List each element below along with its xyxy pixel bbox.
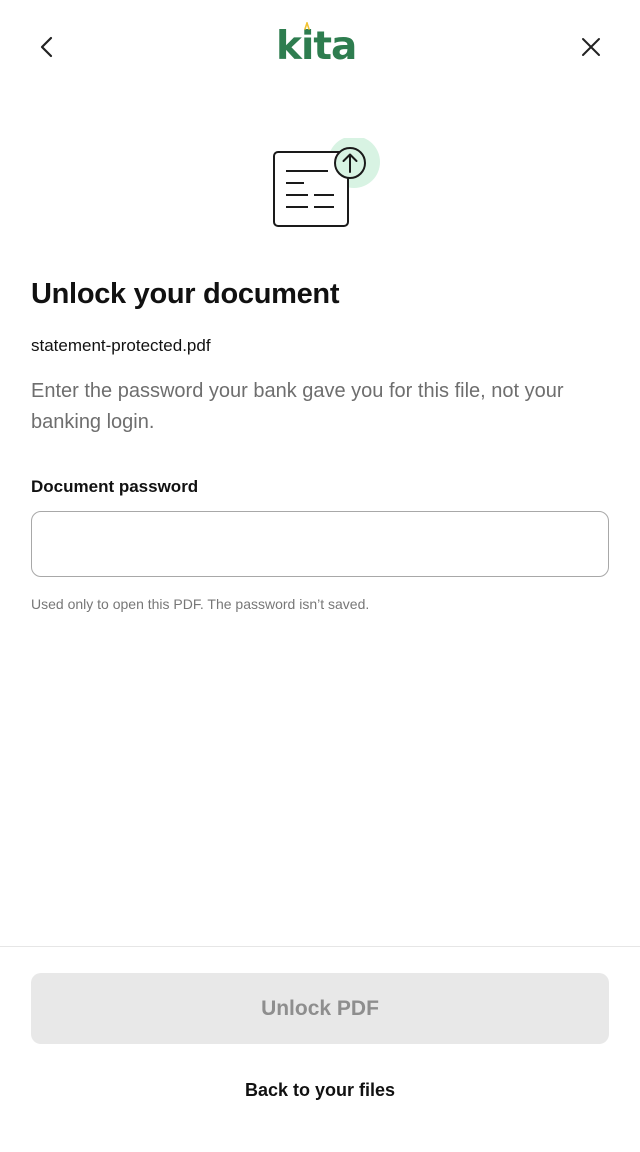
back-to-files-link[interactable]: Back to your files xyxy=(0,1080,640,1101)
password-field-label: Document password xyxy=(31,477,199,496)
document-password-input[interactable] xyxy=(31,511,609,577)
chevron-left-icon xyxy=(40,36,53,58)
kita-logo: k ita xyxy=(276,22,357,69)
page-title: Unlock your document xyxy=(31,278,340,310)
header: k ita xyxy=(0,0,640,92)
close-button[interactable] xyxy=(570,26,612,68)
close-icon xyxy=(582,38,600,56)
logo-spark-icon xyxy=(304,22,310,30)
back-button[interactable] xyxy=(26,26,68,68)
password-helper-text: Used only to open this PDF. The password… xyxy=(31,596,370,612)
unlock-pdf-button[interactable]: Unlock PDF xyxy=(31,973,609,1044)
unlock-document-screen: k ita Unlock your document statement-prot… xyxy=(0,0,640,1152)
instructions-text: Enter the password your bank gave you fo… xyxy=(31,380,564,433)
file-name: statement-protected.pdf xyxy=(31,336,211,355)
document-upload-icon xyxy=(273,138,380,227)
footer-divider xyxy=(0,946,640,947)
